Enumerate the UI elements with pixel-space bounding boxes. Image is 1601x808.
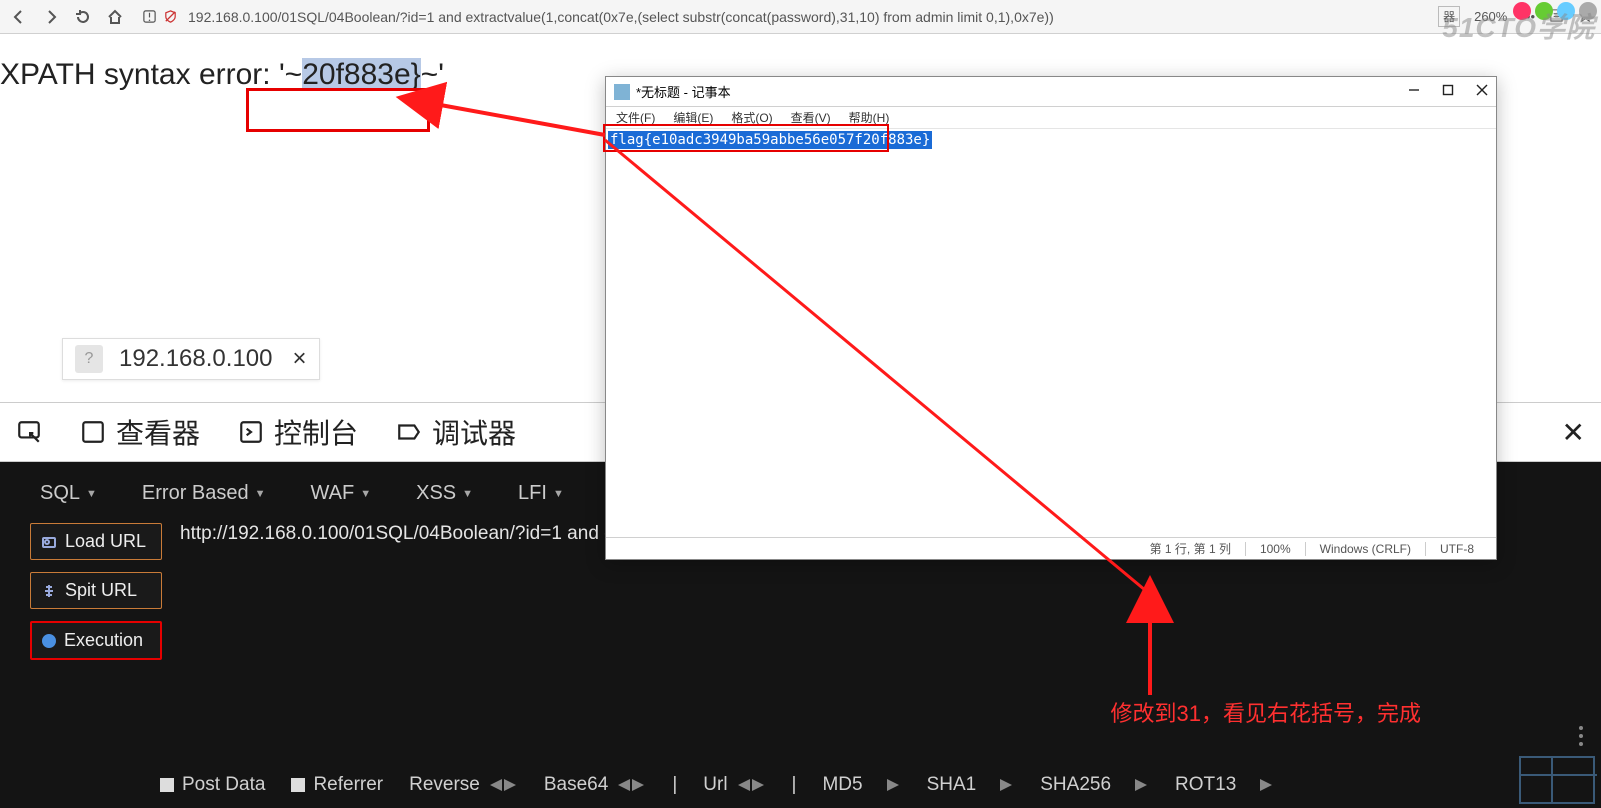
window-minimize-button[interactable] <box>1408 84 1420 99</box>
reader-badge: 器 <box>1438 6 1460 27</box>
resize-handle-icon[interactable] <box>1579 726 1583 746</box>
caret-down-icon: ▼ <box>86 488 97 500</box>
referrer-checkbox[interactable]: Referrer <box>291 774 383 796</box>
encoder-md5[interactable]: MD5 <box>822 774 900 796</box>
caret-down-icon: ▼ <box>462 488 473 500</box>
hackbar-footer: Post Data Referrer Reverse Base64 | Url … <box>160 774 1274 796</box>
play-icon <box>42 634 56 648</box>
enc-label: Base64 <box>544 774 608 796</box>
tab-suggestion[interactable]: ? 192.168.0.100 × <box>62 338 320 380</box>
caret-down-icon: ▼ <box>255 488 266 500</box>
notepad-title-text: *无标题 - 记事本 <box>636 82 731 101</box>
notepad-statusbar: 第 1 行, 第 1 列 100% Windows (CRLF) UTF-8 <box>606 537 1496 559</box>
devtools-inspector-tab[interactable]: 查看器 <box>80 412 200 452</box>
tab-close-button[interactable]: × <box>292 345 306 373</box>
browser-toolbar: 192.168.0.100/01SQL/04Boolean/?id=1 and … <box>0 0 1601 34</box>
devtools-console-tab[interactable]: 控制台 <box>238 412 358 452</box>
page-generic-icon: ? <box>75 345 103 373</box>
nav-reload-button[interactable] <box>72 6 94 28</box>
spit-url-button[interactable]: Spit URL <box>30 572 162 609</box>
error-prefix: XPATH syntax error: '~ <box>0 58 302 91</box>
status-encoding: UTF-8 <box>1425 542 1488 556</box>
enc-label: Reverse <box>409 774 480 796</box>
caret-down-icon: ▼ <box>360 488 371 500</box>
annotation-red-box-2 <box>603 124 889 152</box>
encoder-reverse[interactable]: Reverse <box>409 774 518 796</box>
encoder-sha1[interactable]: SHA1 <box>927 774 1015 796</box>
enc-label: MD5 <box>822 774 862 796</box>
hackbar-menu-sql[interactable]: SQL ▼ <box>40 482 97 505</box>
notepad-textarea[interactable]: flag{e10adc3949ba59abbe56e057f20f883e} <box>606 129 1496 537</box>
referrer-label: Referrer <box>313 774 383 796</box>
zoom-level[interactable]: 260% <box>1474 9 1507 24</box>
nav-back-button[interactable] <box>8 6 30 28</box>
status-eol: Windows (CRLF) <box>1305 542 1425 556</box>
enc-label: SHA256 <box>1040 774 1111 796</box>
error-highlight: 20f883e} <box>302 58 420 91</box>
enc-label: ROT13 <box>1175 774 1236 796</box>
postdata-checkbox[interactable]: Post Data <box>160 774 265 796</box>
separator: | <box>792 774 797 796</box>
devtools-close-button[interactable]: ✕ <box>1562 416 1585 449</box>
menu-label: WAF <box>311 482 355 505</box>
notepad-titlebar[interactable]: *无标题 - 记事本 <box>606 77 1496 107</box>
corner-decoration <box>1519 756 1595 804</box>
xpath-error-line: XPATH syntax error: '~20f883e}~' <box>0 58 444 92</box>
spit-url-label: Spit URL <box>65 580 137 601</box>
load-url-button[interactable]: Load URL <box>30 523 162 560</box>
tab-host-label: 192.168.0.100 <box>119 345 272 373</box>
devtools-pick-icon[interactable] <box>16 419 42 445</box>
address-bar[interactable]: 192.168.0.100/01SQL/04Boolean/?id=1 and … <box>188 9 1054 25</box>
annotation-note: 修改到31，看见右花括号，完成 <box>1111 696 1421 728</box>
window-close-button[interactable] <box>1476 84 1488 99</box>
window-maximize-button[interactable] <box>1442 84 1454 99</box>
nav-home-button[interactable] <box>104 6 126 28</box>
hackbar-menu-xss[interactable]: XSS ▼ <box>416 482 473 505</box>
encoder-base64[interactable]: Base64 <box>544 774 646 796</box>
nav-forward-button[interactable] <box>40 6 62 28</box>
hackbar-menu-waf[interactable]: WAF ▼ <box>311 482 372 505</box>
hackbar-menu-errorbased[interactable]: Error Based ▼ <box>142 482 266 505</box>
error-suffix: ~' <box>421 58 444 91</box>
devtools-debugger-tab[interactable]: 调试器 <box>396 412 516 452</box>
notepad-app-icon <box>614 84 630 100</box>
encoder-url[interactable]: Url <box>703 774 765 796</box>
annotation-red-box-1 <box>246 88 430 132</box>
status-zoom: 100% <box>1245 542 1305 556</box>
load-url-label: Load URL <box>65 531 146 552</box>
postdata-label: Post Data <box>182 774 265 796</box>
notepad-window[interactable]: *无标题 - 记事本 文件(F) 编辑(E) 格式(O) 查看(V) 帮助(H)… <box>605 76 1497 560</box>
status-cursor-pos: 第 1 行, 第 1 列 <box>1136 540 1245 557</box>
execution-button[interactable]: Execution <box>30 621 162 660</box>
menu-label: LFI <box>518 482 547 505</box>
menu-label: SQL <box>40 482 80 505</box>
console-label: 控制台 <box>274 412 358 452</box>
menu-label: XSS <box>416 482 456 505</box>
inspector-label: 查看器 <box>116 412 200 452</box>
separator: | <box>672 774 677 796</box>
site-security-icon[interactable] <box>142 9 178 24</box>
debugger-label: 调试器 <box>432 412 516 452</box>
hackbar-menu-lfi[interactable]: LFI ▼ <box>518 482 564 505</box>
encoder-sha256[interactable]: SHA256 <box>1040 774 1149 796</box>
caret-down-icon: ▼ <box>553 488 564 500</box>
avatar-bubbles <box>1513 2 1597 20</box>
menu-label: Error Based <box>142 482 249 505</box>
enc-label: Url <box>703 774 727 796</box>
enc-label: SHA1 <box>927 774 977 796</box>
execution-label: Execution <box>64 630 143 651</box>
encoder-rot13[interactable]: ROT13 <box>1175 774 1274 796</box>
